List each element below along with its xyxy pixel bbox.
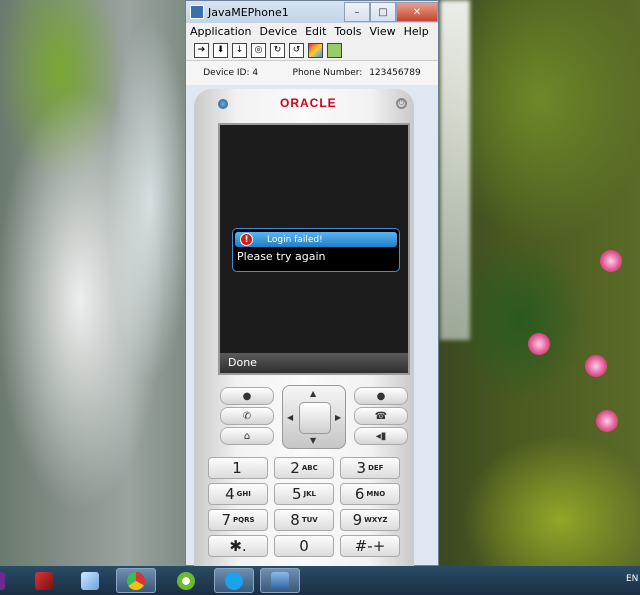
- key-star[interactable]: ✱.: [208, 535, 268, 557]
- key-8[interactable]: 8 TUV: [274, 509, 334, 531]
- wallpaper-waterfall: [440, 0, 470, 340]
- key-9[interactable]: 9 WXYZ: [340, 509, 400, 531]
- clear-key[interactable]: ◂▮: [354, 427, 408, 445]
- refresh-icon[interactable]: ↻: [270, 42, 285, 58]
- wallpaper-flower: [596, 410, 618, 432]
- phone-number-value: 123456789: [369, 68, 421, 78]
- menu-bar: Application Device Edit Tools View Help: [186, 23, 438, 40]
- end-call-key[interactable]: ☎: [354, 407, 408, 425]
- up-arrow-icon[interactable]: ▲: [310, 389, 316, 398]
- language-indicator[interactable]: EN: [626, 574, 638, 584]
- done-softkey-label[interactable]: Done: [228, 356, 257, 369]
- key-6[interactable]: 6 MNO: [340, 483, 400, 505]
- power-icon[interactable]: ⏻: [396, 98, 407, 109]
- phone-header: ORACLE ⏻: [194, 89, 414, 121]
- device-info-bar: Device ID: 4 Phone Number: 123456789: [186, 61, 438, 85]
- app-icon: [0, 571, 5, 590]
- phone-number-label: Phone Number:: [292, 68, 363, 78]
- window-title: JavaMEPhone1: [208, 5, 289, 19]
- camera-icon: [218, 99, 228, 109]
- menu-device[interactable]: Device: [255, 25, 301, 38]
- monitor-icon[interactable]: [327, 42, 342, 58]
- run-icon[interactable]: ➔: [194, 42, 209, 58]
- taskbar: EN: [0, 566, 640, 595]
- dpad[interactable]: ▲ ▼ ◀ ▶: [282, 385, 346, 449]
- key-3[interactable]: 3 DEF: [340, 457, 400, 479]
- key-4[interactable]: 4 GHI: [208, 483, 268, 505]
- taskbar-app-4[interactable]: [166, 568, 206, 593]
- taskbar-app-6[interactable]: [260, 568, 300, 593]
- alert-title: Login failed!: [267, 234, 323, 245]
- close-button[interactable]: ✕: [396, 2, 438, 22]
- key-hash[interactable]: #-+: [340, 535, 400, 557]
- brand-logo: ORACLE: [280, 96, 337, 110]
- resume-icon[interactable]: ↺: [289, 42, 304, 58]
- emulator-window: JavaMEPhone1 – □ ✕ Application Device Ed…: [185, 0, 439, 569]
- taskbar-app-0[interactable]: [0, 568, 16, 593]
- menu-application[interactable]: Application: [186, 25, 255, 38]
- home-key[interactable]: ⌂: [220, 427, 274, 445]
- error-icon: !: [240, 233, 253, 246]
- left-arrow-icon[interactable]: ◀: [287, 413, 293, 422]
- menu-view[interactable]: View: [366, 25, 400, 38]
- virtualbox-icon: [81, 571, 99, 590]
- call-key[interactable]: ✆: [220, 407, 274, 425]
- menu-edit[interactable]: Edit: [301, 25, 330, 38]
- alert-header: ! Login failed!: [235, 232, 397, 247]
- color-icon[interactable]: [308, 42, 323, 58]
- key-7[interactable]: 7 PQRS: [208, 509, 268, 531]
- key-0[interactable]: 0: [274, 535, 334, 557]
- app-icon: [190, 5, 204, 19]
- device-id: Device ID: 4: [203, 68, 259, 78]
- wallpaper-flower: [600, 250, 622, 272]
- key-1[interactable]: 1: [208, 457, 268, 479]
- menu-help[interactable]: Help: [400, 25, 433, 38]
- phone-number-group: Phone Number: 123456789: [293, 68, 421, 78]
- netbeans-icon: [177, 571, 195, 590]
- soft-key-bar: Done: [220, 353, 408, 373]
- chrome-icon: [127, 571, 145, 590]
- import-icon[interactable]: ↓: [232, 42, 247, 58]
- filezilla-icon: [35, 571, 53, 590]
- alert-dialog: ! Login failed! Please try again: [232, 228, 400, 272]
- taskbar-app-2[interactable]: [70, 568, 110, 593]
- key-2[interactable]: 2 ABC: [274, 457, 334, 479]
- install-icon[interactable]: ⬇: [213, 42, 228, 58]
- wallpaper-flower: [585, 355, 607, 377]
- phone-body: ORACLE ⏻ ! Login failed! Please try agai…: [194, 89, 414, 569]
- minimize-button[interactable]: –: [344, 2, 370, 22]
- down-arrow-icon[interactable]: ▼: [310, 436, 316, 445]
- taskbar-app-3[interactable]: [116, 568, 156, 593]
- maximize-button[interactable]: □: [370, 2, 396, 22]
- skype-icon: [225, 571, 243, 590]
- toolbar: ➔ ⬇ ↓ ◎ ↻ ↺: [186, 40, 438, 61]
- right-softkey[interactable]: ●: [354, 387, 408, 405]
- phone-screen[interactable]: ! Login failed! Please try again Done: [218, 123, 410, 375]
- right-arrow-icon[interactable]: ▶: [335, 413, 341, 422]
- key-5[interactable]: 5 JKL: [274, 483, 334, 505]
- wallpaper-flower: [528, 333, 550, 355]
- select-key[interactable]: [299, 402, 331, 434]
- alert-message: Please try again: [237, 250, 326, 263]
- taskbar-app-1[interactable]: [24, 568, 64, 593]
- emulator-icon: [271, 571, 289, 590]
- settings-icon[interactable]: ◎: [251, 42, 266, 58]
- title-bar[interactable]: JavaMEPhone1 – □ ✕: [186, 1, 438, 23]
- menu-tools[interactable]: Tools: [330, 25, 365, 38]
- taskbar-app-5[interactable]: [214, 568, 254, 593]
- left-softkey[interactable]: ●: [220, 387, 274, 405]
